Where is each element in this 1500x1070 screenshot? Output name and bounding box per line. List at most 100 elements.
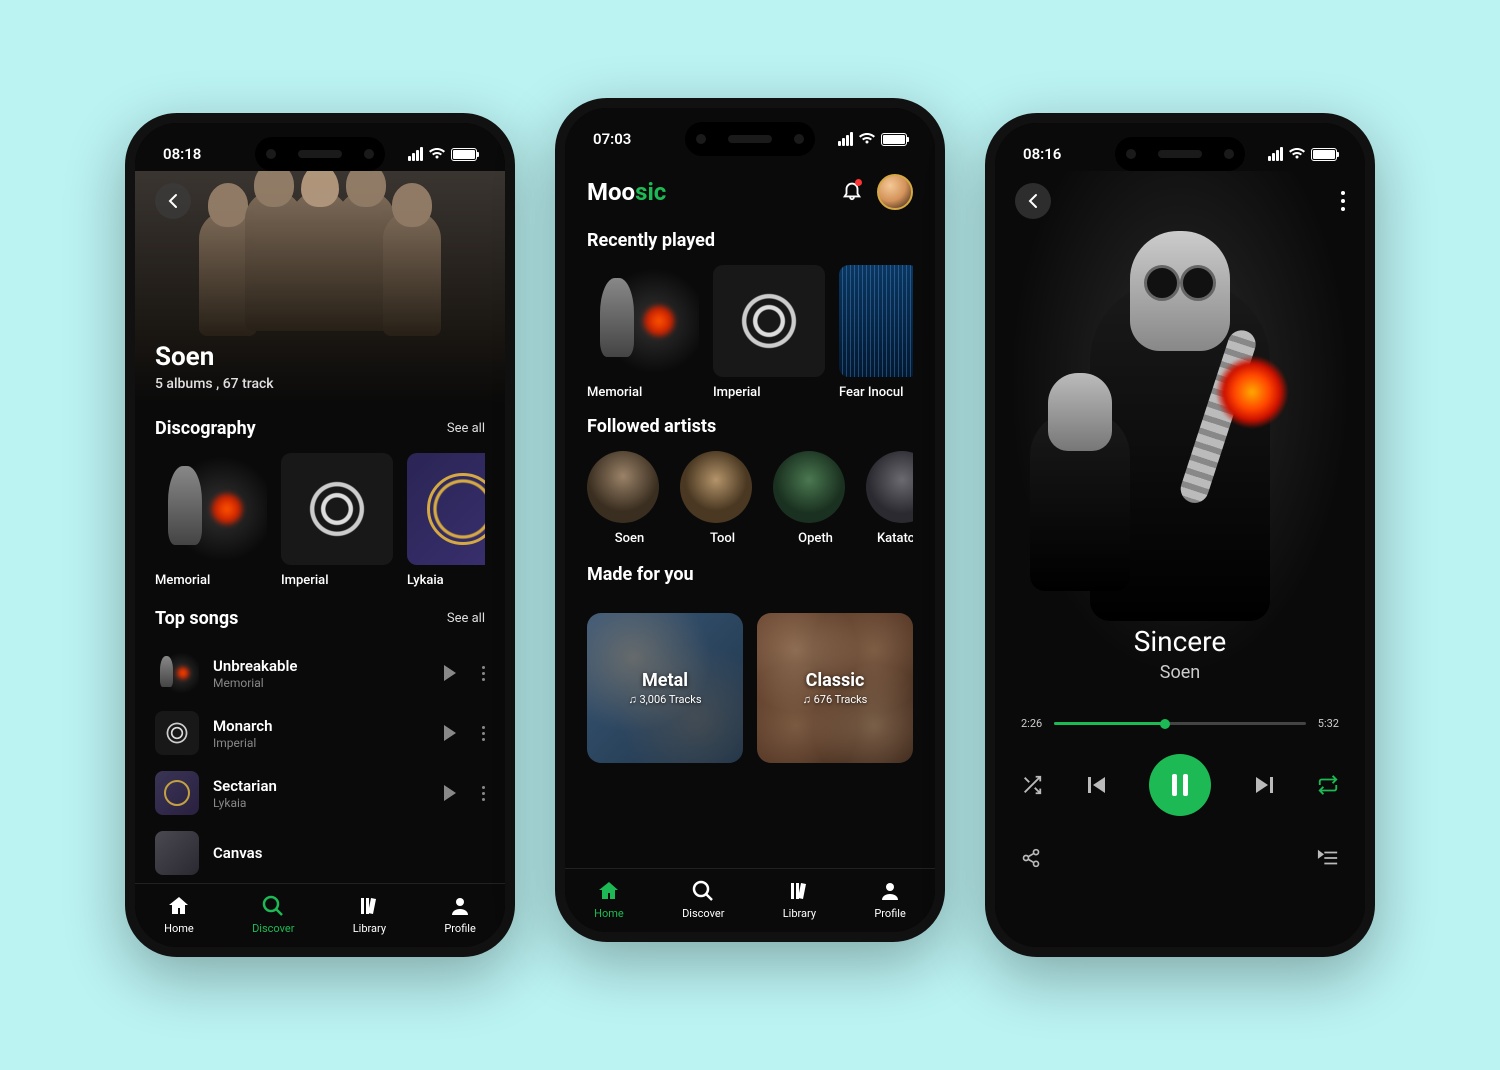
track-artist: Soen xyxy=(1015,662,1345,683)
play-icon[interactable] xyxy=(444,665,456,681)
album-artwork xyxy=(995,171,1365,701)
discography-title: Discography xyxy=(155,418,256,439)
album-card-imperial[interactable]: Imperial xyxy=(281,453,393,588)
notification-dot xyxy=(855,179,862,186)
recently-played-title: Recently played xyxy=(587,230,913,251)
battery-icon xyxy=(1311,148,1337,161)
artist-meta: 5 albums , 67 track xyxy=(155,376,485,392)
time-elapsed: 2:26 xyxy=(1021,717,1042,730)
song-row[interactable]: Canvas xyxy=(155,823,485,883)
play-icon[interactable] xyxy=(444,785,456,801)
tab-discover[interactable]: Discover xyxy=(252,894,294,935)
recent-item-memorial[interactable]: Memorial xyxy=(587,265,699,400)
repeat-icon xyxy=(1317,774,1339,796)
song-thumb xyxy=(155,831,199,875)
tab-bar: Home Discover Library Profile xyxy=(565,868,935,932)
phone-home-screen: 07:03 Moosic R xyxy=(555,98,945,942)
notifications-button[interactable] xyxy=(841,179,863,205)
search-icon xyxy=(261,894,285,918)
skip-next-icon xyxy=(1256,777,1268,793)
time-total: 5:32 xyxy=(1318,717,1339,730)
tab-discover[interactable]: Discover xyxy=(682,879,724,920)
repeat-button[interactable] xyxy=(1317,774,1339,796)
made-for-you-title: Made for you xyxy=(587,564,913,585)
battery-icon xyxy=(451,148,477,161)
phone-player-screen: 08:16 xyxy=(985,113,1375,957)
shuffle-button[interactable] xyxy=(1021,774,1043,796)
recent-item-fear[interactable]: Fear Inocul xyxy=(839,265,913,400)
home-icon xyxy=(167,894,191,918)
app-logo: Moosic xyxy=(587,178,666,206)
album-art xyxy=(713,265,825,377)
album-art xyxy=(587,265,699,377)
wifi-icon xyxy=(429,148,445,160)
more-icon[interactable] xyxy=(482,786,485,801)
top-songs-see-all[interactable]: See all xyxy=(447,611,485,626)
artist-circle-opeth[interactable]: Opeth xyxy=(773,451,858,546)
song-row[interactable]: Sectarian Lykaia xyxy=(155,763,485,823)
play-icon[interactable] xyxy=(444,725,456,741)
playlist-card-metal[interactable]: Metal ♫ 3,006 Tracks xyxy=(587,613,743,763)
status-time: 08:18 xyxy=(163,145,201,163)
status-time: 07:03 xyxy=(593,130,631,148)
profile-icon xyxy=(448,894,472,918)
artist-circle-soen[interactable]: Soen xyxy=(587,451,672,546)
skip-prev-icon xyxy=(1088,777,1091,793)
search-icon xyxy=(691,879,715,903)
tab-home[interactable]: Home xyxy=(164,894,194,935)
tab-bar: Home Discover Library Profile xyxy=(135,883,505,947)
wifi-icon xyxy=(1289,148,1305,160)
album-card-memorial[interactable]: Memorial xyxy=(155,453,267,588)
tab-home[interactable]: Home xyxy=(594,879,624,920)
album-art xyxy=(155,453,267,565)
phone-artist-screen: 08:18 Soen 5 albums , 67 track D xyxy=(125,113,515,957)
queue-button[interactable] xyxy=(1317,848,1339,868)
followed-artists-title: Followed artists xyxy=(587,416,913,437)
song-row[interactable]: Unbreakable Memorial xyxy=(155,643,485,703)
profile-avatar[interactable] xyxy=(877,174,913,210)
artist-hero: Soen 5 albums , 67 track xyxy=(135,171,505,404)
more-icon[interactable] xyxy=(1341,191,1345,211)
status-time: 08:16 xyxy=(1023,145,1061,163)
shuffle-icon xyxy=(1021,774,1043,796)
playlist-card-classic[interactable]: Classic ♫ 676 Tracks xyxy=(757,613,913,763)
share-icon xyxy=(1021,848,1041,868)
pause-button[interactable] xyxy=(1149,754,1211,816)
album-art xyxy=(839,265,913,377)
song-thumb xyxy=(155,771,199,815)
tab-library[interactable]: Library xyxy=(353,894,386,935)
library-icon xyxy=(787,879,811,903)
more-icon[interactable] xyxy=(482,726,485,741)
progress-slider[interactable] xyxy=(1054,722,1306,725)
album-art xyxy=(281,453,393,565)
home-icon xyxy=(597,879,621,903)
song-row[interactable]: Monarch Imperial xyxy=(155,703,485,763)
device-notch xyxy=(255,137,385,171)
back-button[interactable] xyxy=(155,183,191,219)
next-button[interactable] xyxy=(1256,777,1273,793)
device-notch xyxy=(685,122,815,156)
tab-profile[interactable]: Profile xyxy=(444,894,475,935)
tab-library[interactable]: Library xyxy=(783,879,816,920)
library-icon xyxy=(357,894,381,918)
discography-see-all[interactable]: See all xyxy=(447,421,485,436)
share-button[interactable] xyxy=(1021,848,1041,868)
top-songs-title: Top songs xyxy=(155,608,238,629)
album-card-lykaia[interactable]: Lykaia xyxy=(407,453,485,588)
more-icon[interactable] xyxy=(482,666,485,681)
song-thumb xyxy=(155,651,199,695)
back-button[interactable] xyxy=(1015,183,1051,219)
track-title: Sincere xyxy=(1015,625,1345,658)
artist-circle-tool[interactable]: Tool xyxy=(680,451,765,546)
tab-profile[interactable]: Profile xyxy=(874,879,905,920)
song-thumb xyxy=(155,711,199,755)
wifi-icon xyxy=(859,133,875,145)
artist-name: Soen xyxy=(155,342,485,372)
device-notch xyxy=(1115,137,1245,171)
artist-circle-katatonia[interactable]: Katato xyxy=(866,451,913,546)
queue-icon xyxy=(1317,848,1339,868)
signal-icon xyxy=(408,147,423,161)
recent-item-imperial[interactable]: Imperial xyxy=(713,265,825,400)
previous-button[interactable] xyxy=(1088,777,1105,793)
signal-icon xyxy=(838,132,853,146)
